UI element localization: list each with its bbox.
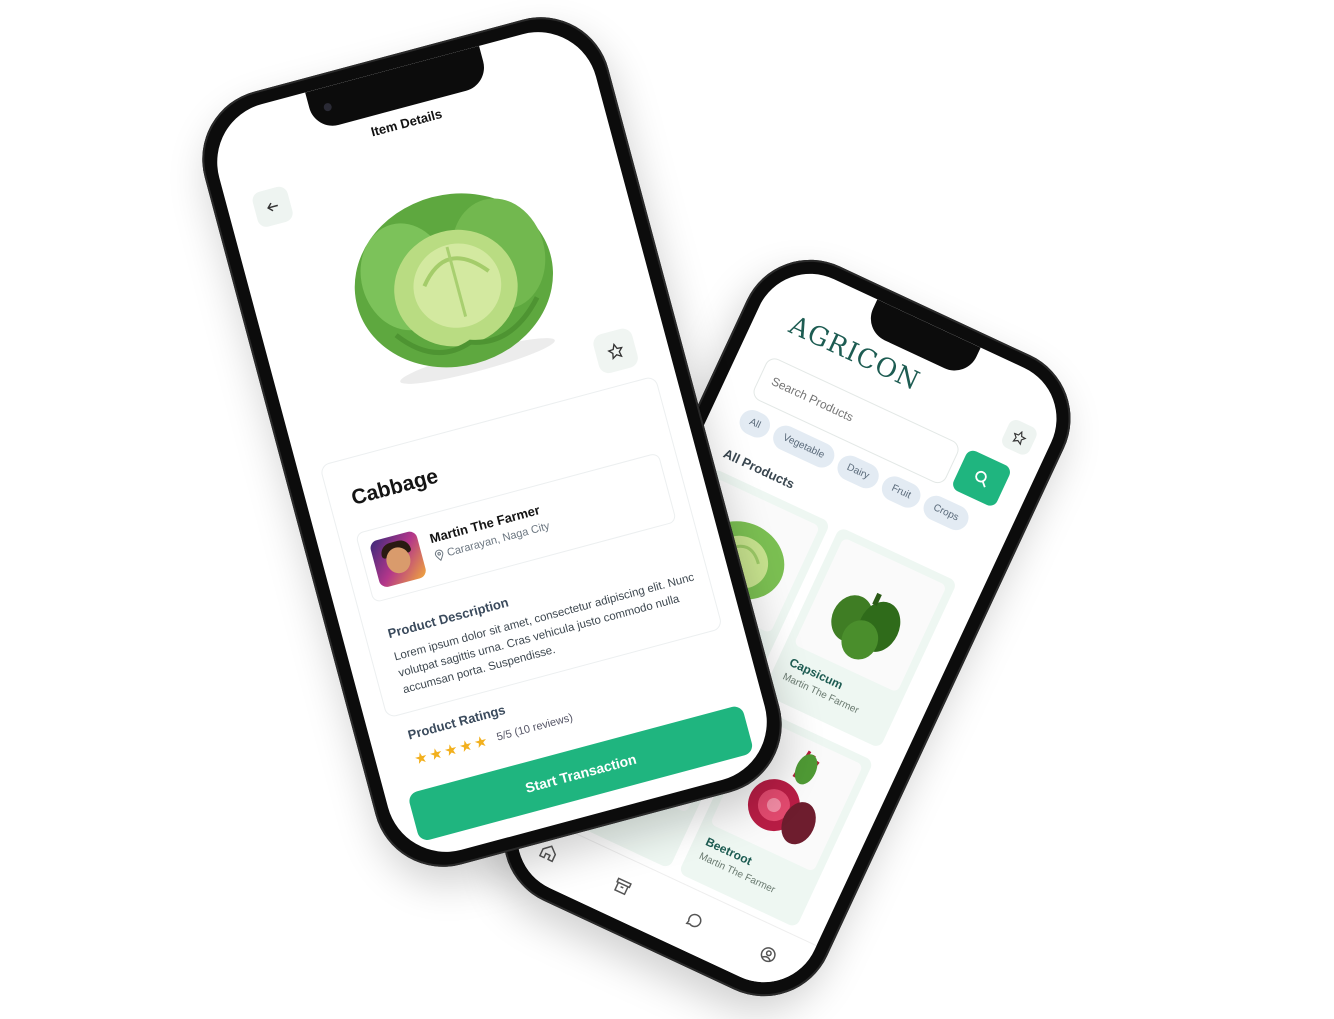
profile-icon[interactable] bbox=[754, 942, 780, 970]
search-button[interactable] bbox=[950, 448, 1013, 509]
favorites-button[interactable] bbox=[999, 417, 1040, 458]
product-info-card: Cabbage Martin The Farmer Cararayan, Nag… bbox=[319, 375, 724, 719]
star-outline-icon bbox=[607, 342, 623, 361]
camera-dot bbox=[322, 102, 333, 113]
details-screen: Item Details Cabbage Martin The Farmer C… bbox=[203, 18, 781, 866]
search-icon bbox=[975, 470, 987, 488]
description-text: Lorem ipsum dolor sit amet, consectetur … bbox=[392, 571, 696, 697]
archive-icon[interactable] bbox=[608, 874, 634, 902]
home-icon[interactable] bbox=[535, 840, 561, 868]
chip-fruit[interactable]: Fruit bbox=[877, 472, 925, 512]
star-filled-icon: ★ bbox=[472, 732, 490, 753]
rating-summary: 5/5 (10 reviews) bbox=[495, 711, 575, 744]
product-hero-image bbox=[319, 144, 588, 413]
chip-crops[interactable]: Crops bbox=[919, 491, 973, 535]
chip-all[interactable]: All bbox=[735, 405, 775, 442]
back-button[interactable] bbox=[250, 184, 295, 229]
location-pin-icon bbox=[434, 549, 444, 562]
chip-dairy[interactable]: Dairy bbox=[833, 451, 883, 493]
chat-icon[interactable] bbox=[681, 908, 707, 936]
arrow-left-icon bbox=[267, 202, 278, 212]
product-title: Cabbage bbox=[348, 464, 441, 510]
seller-avatar bbox=[368, 529, 428, 589]
details-phone: Item Details Cabbage Martin The Farmer C… bbox=[186, 1, 798, 883]
favorite-button[interactable] bbox=[591, 326, 641, 376]
star-outline-icon bbox=[1012, 430, 1027, 446]
